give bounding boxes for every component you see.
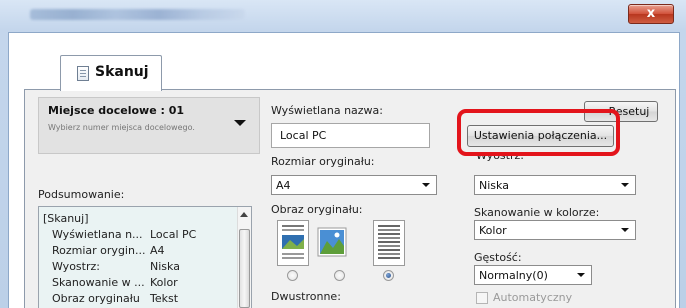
summary-key: Skanowanie w ... (52, 276, 145, 289)
density-select[interactable]: Normalny(0) (474, 265, 592, 285)
sharpen-select[interactable]: Niska (474, 175, 636, 195)
original-image-label: Obraz oryginału: (271, 203, 363, 216)
destination-selector[interactable]: Miejsce docelowe : 01 Wybierz numer miej… (38, 97, 260, 154)
window-title-blurred (30, 9, 245, 20)
sharpen-value: Niska (479, 179, 509, 192)
original-size-value: A4 (276, 179, 291, 192)
auto-checkbox[interactable] (476, 292, 488, 304)
scroll-up-arrow-icon[interactable] (240, 212, 248, 217)
summary-list[interactable]: [Skanuj] Wyświetlana n... Local PC Rozmi… (38, 206, 252, 308)
summary-value: Kolor (150, 276, 178, 289)
display-name-input[interactable]: Local PC (271, 123, 430, 148)
summary-label: Podsumowanie: (38, 188, 125, 201)
scan-document-icon (77, 66, 89, 81)
summary-key: Obraz oryginału (52, 292, 140, 305)
summary-key: Wyświetlana n... (52, 228, 143, 241)
photo-mode-icon[interactable] (317, 220, 347, 266)
color-scan-select[interactable]: Kolor (474, 220, 636, 240)
chevron-down-icon (621, 183, 629, 187)
chevron-down-icon (621, 228, 629, 232)
chevron-down-icon (422, 183, 430, 187)
close-button[interactable]: x (628, 4, 674, 24)
duplex-label: Dwustronne: (271, 290, 341, 303)
text-mode-icon[interactable] (373, 220, 405, 266)
color-scan-label: Skanowanie w kolorze: (474, 206, 600, 219)
chevron-down-icon (577, 273, 585, 277)
summary-value: Local PC (150, 228, 197, 241)
radio-photo[interactable] (334, 270, 345, 281)
destination-title: Miejsce docelowe : 01 (48, 104, 185, 117)
density-label: Gęstość: (474, 251, 522, 264)
summary-scrollbar[interactable] (237, 207, 251, 308)
summary-value: A4 (150, 244, 165, 257)
highlight-frame (457, 109, 620, 156)
text-photo-mode-icon[interactable] (277, 220, 309, 266)
title-bar[interactable]: x (0, 0, 686, 30)
tab-scan[interactable]: Skanuj (60, 55, 162, 91)
radio-text[interactable] (383, 270, 394, 281)
dropdown-arrow-icon (234, 120, 246, 126)
destination-subtitle: Wybierz numer miejsca docelowego. (48, 123, 195, 132)
summary-value: Tekst (150, 292, 179, 305)
summary-value: Niska (150, 260, 180, 273)
tab-scan-label: Skanuj (95, 64, 149, 80)
color-scan-value: Kolor (479, 224, 507, 237)
radio-text-photo[interactable] (287, 270, 298, 281)
sharpen-label: Wyostrz: (476, 155, 524, 162)
summary-key: Rozmiar orygin... (52, 244, 146, 257)
auto-label: Automatyczny (493, 291, 573, 304)
original-size-select[interactable]: A4 (271, 175, 437, 195)
display-name-label: Wyświetlana nazwa: (271, 104, 383, 117)
summary-key: [Skanuj] (43, 212, 89, 225)
density-value: Normalny(0) (479, 269, 548, 282)
original-size-label: Rozmiar oryginału: (271, 155, 375, 168)
summary-key: Wyostrz: (52, 260, 100, 273)
scroll-thumb[interactable] (239, 229, 250, 308)
